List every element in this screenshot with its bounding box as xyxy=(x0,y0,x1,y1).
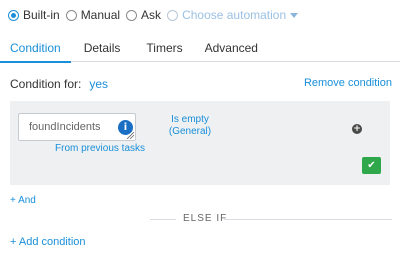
resize-handle-icon[interactable] xyxy=(127,132,134,139)
radio-manual[interactable]: Manual xyxy=(65,8,121,22)
radio-manual-label: Manual xyxy=(80,8,121,22)
else-if-divider-line-right xyxy=(224,219,392,220)
confirm-condition-button[interactable]: ✔ xyxy=(362,157,381,174)
from-previous-tasks-link[interactable]: From previous tasks xyxy=(55,143,145,154)
radio-manual-indicator[interactable] xyxy=(65,9,77,21)
check-icon: ✔ xyxy=(367,160,376,171)
operator-category: (General) xyxy=(168,126,212,137)
radio-ask-label: Ask xyxy=(141,8,162,22)
radio-choose-automation-indicator[interactable] xyxy=(167,9,179,21)
radio-built-in-indicator[interactable] xyxy=(8,9,19,21)
tab-timers[interactable]: Timers xyxy=(130,37,192,62)
tab-condition[interactable]: Condition xyxy=(0,37,71,63)
condition-panel: foundIncidents i From previous tasks Is … xyxy=(10,101,390,185)
chevron-down-icon xyxy=(290,12,299,18)
tab-bar: Condition Details Timers Advanced xyxy=(0,37,400,63)
plus-circle-icon[interactable]: + xyxy=(352,124,362,134)
add-and-link[interactable]: + And xyxy=(10,195,36,206)
tab-advanced[interactable]: Advanced xyxy=(193,37,268,62)
else-if-label: ELSE IF xyxy=(183,213,228,224)
condition-header: Condition for: yes Remove condition xyxy=(10,77,392,91)
add-condition-link[interactable]: + Add condition xyxy=(10,236,86,248)
tab-details[interactable]: Details xyxy=(71,37,131,62)
radio-ask-indicator[interactable] xyxy=(126,9,138,21)
choose-automation-label: Choose automation xyxy=(182,8,287,22)
radio-ask[interactable]: Ask xyxy=(126,8,161,22)
radio-built-in-label: Built-in xyxy=(23,8,60,22)
remove-condition-link[interactable]: Remove condition xyxy=(304,77,392,89)
radio-built-in[interactable]: Built-in xyxy=(8,8,60,22)
choose-automation-dropdown[interactable]: Choose automation xyxy=(167,8,299,22)
automation-mode-selector: Built-in Manual Ask Choose automation xyxy=(8,6,304,24)
else-if-divider-line-left xyxy=(150,219,176,220)
condition-value-link[interactable]: yes xyxy=(89,77,108,91)
condition-for-label: Condition for: xyxy=(10,77,82,91)
condition-field-value: foundIncidents xyxy=(29,121,101,133)
else-if-divider: ELSE IF xyxy=(150,212,392,226)
operator-name: Is empty xyxy=(171,114,209,125)
condition-field-input[interactable]: foundIncidents i xyxy=(18,113,136,141)
operator-selector[interactable]: Is empty (General) xyxy=(150,114,230,138)
